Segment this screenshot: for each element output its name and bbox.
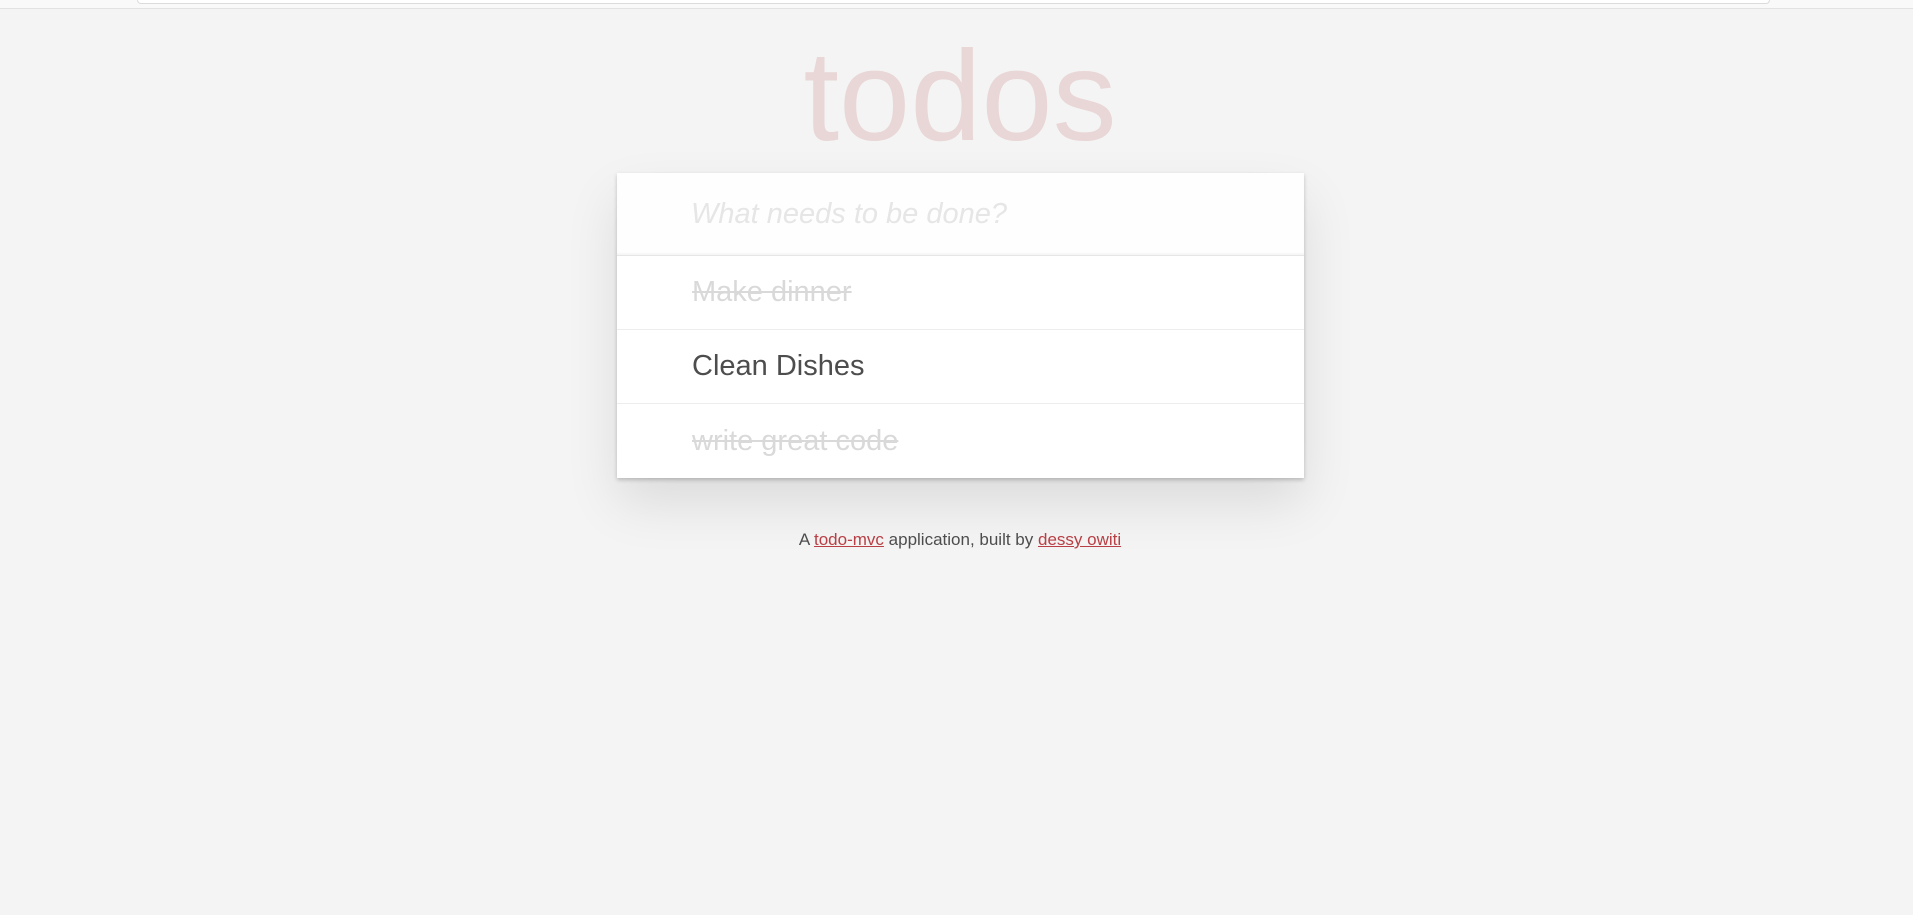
- new-todo-input[interactable]: [617, 173, 1304, 255]
- todo-label[interactable]: write great code: [692, 424, 898, 459]
- footer-info: A todo-mvc application, built by dessy o…: [0, 530, 1913, 550]
- todo-list: Make dinner Clean Dishes write great cod…: [617, 255, 1304, 478]
- browser-top-strip: [0, 0, 1913, 9]
- app-title: todos: [803, 25, 1117, 168]
- todo-label[interactable]: Clean Dishes: [692, 349, 864, 384]
- todo-item[interactable]: Make dinner: [617, 256, 1304, 330]
- todo-item[interactable]: write great code: [617, 404, 1304, 478]
- address-bar-edge: [137, 0, 1770, 4]
- footer-middle: application, built by: [888, 530, 1034, 549]
- todo-label[interactable]: Make dinner: [692, 275, 852, 310]
- todo-item[interactable]: Clean Dishes: [617, 330, 1304, 404]
- footer-prefix: A: [798, 530, 810, 549]
- todo-mvc-link[interactable]: todo-mvc: [814, 530, 884, 549]
- author-link[interactable]: dessy owiti: [1038, 530, 1121, 549]
- todo-card: Make dinner Clean Dishes write great cod…: [617, 173, 1304, 478]
